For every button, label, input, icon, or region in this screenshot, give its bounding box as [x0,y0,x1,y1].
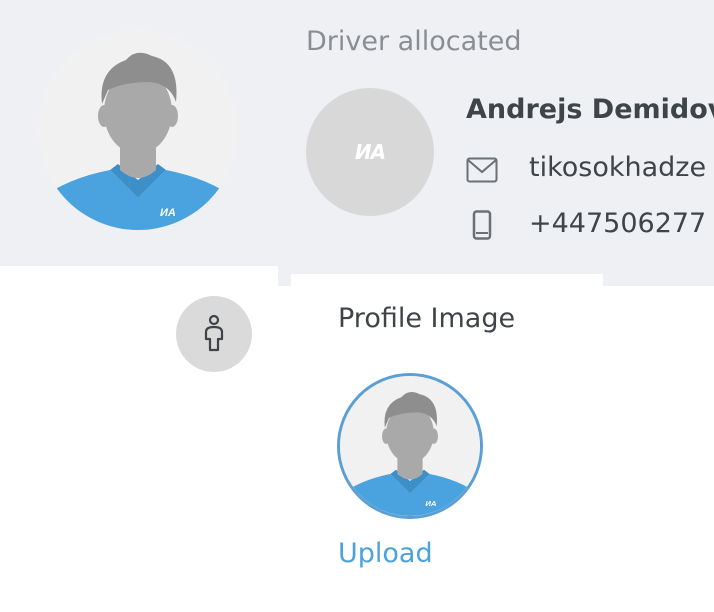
profile-image-label: Profile Image [338,303,516,334]
driver-avatar-icon: ИA [38,30,238,230]
company-logo: ИA [306,88,434,216]
person-icon [176,296,252,372]
mobile-phone-icon [472,210,492,240]
upload-link[interactable]: Upload [338,538,433,569]
driver-profile-page: ИA Driver allocated ИA Andrejs Demidovs … [0,0,714,612]
driver-phone-link[interactable]: +447506277 [529,208,706,239]
envelope-icon [466,157,498,183]
driver-avatar-icon: ИA [340,376,480,516]
profile-card-top-edge [291,274,603,294]
profile-image-preview[interactable]: ИA [337,373,483,519]
company-logo-text: ИA [354,140,386,164]
svg-text:ИA: ИA [425,499,436,508]
driver-status-label: Driver allocated [306,26,522,57]
driver-name: Andrejs Demidovs [466,94,714,125]
driver-avatar: ИA [38,30,238,230]
driver-email-link[interactable]: tikosokhadze [529,152,706,183]
panel-divider [0,266,278,286]
svg-text:ИA: ИA [160,207,176,219]
